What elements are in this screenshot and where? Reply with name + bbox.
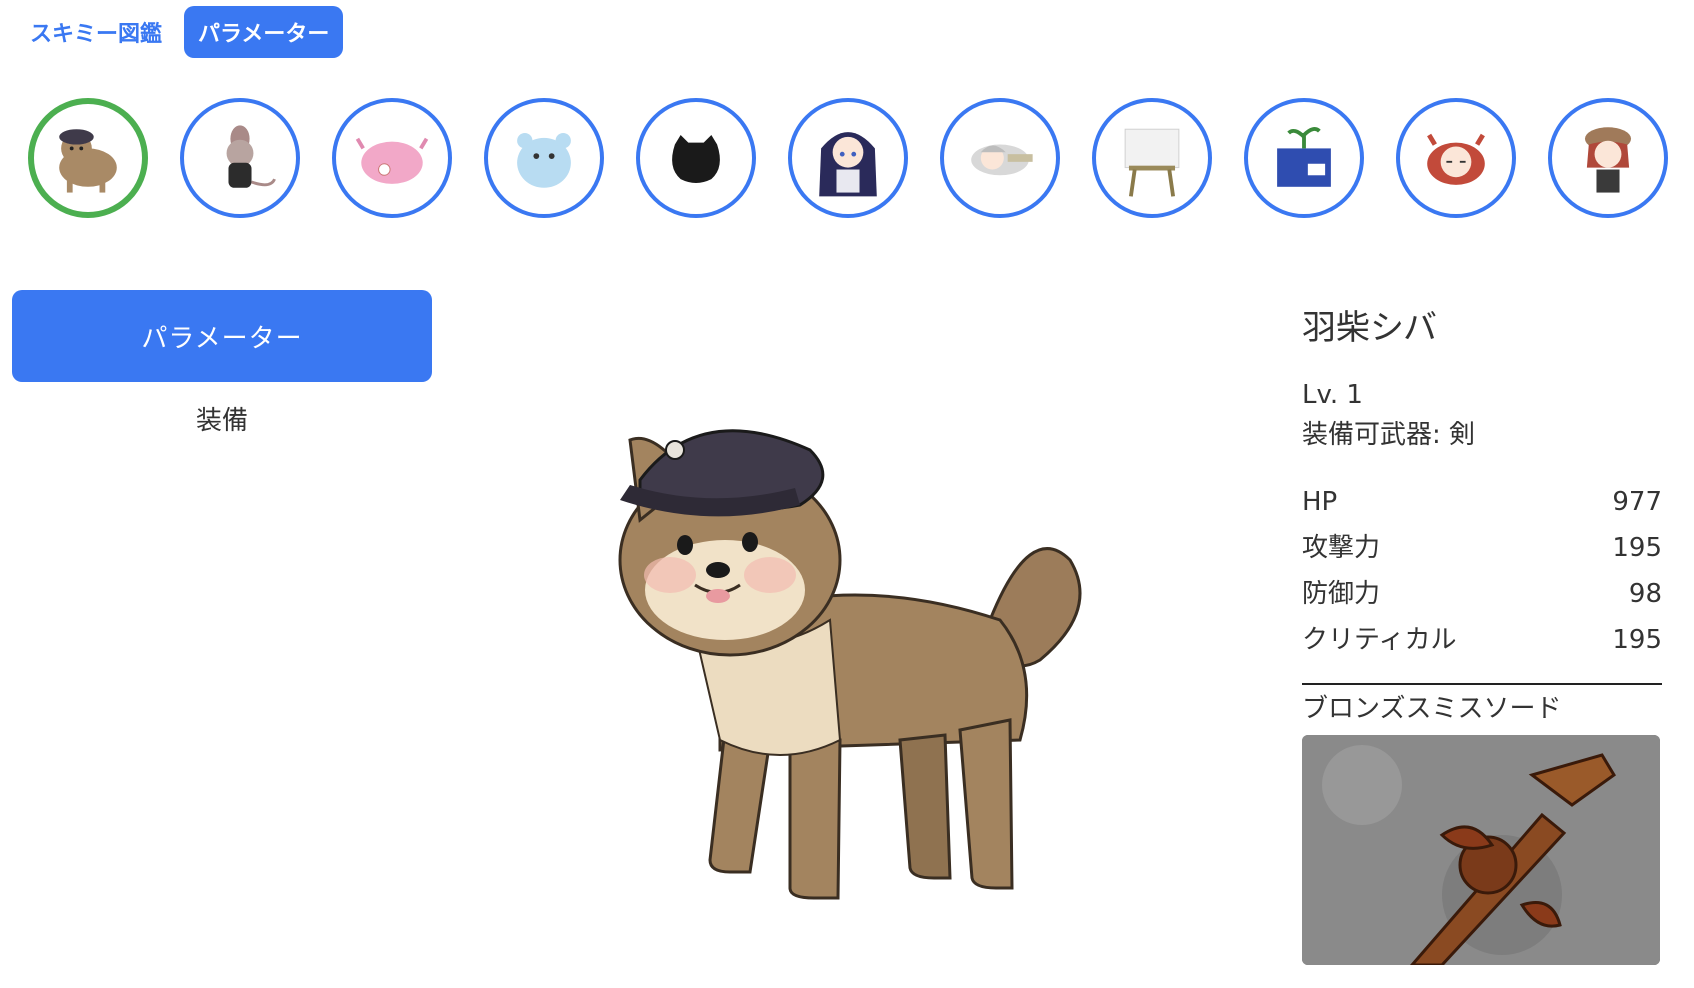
mouse-icon <box>226 125 276 188</box>
parameter-page: スキミー図鑑 パラメーター パラメーター 装備 羽柴シバ Lv. 1 装備可武器… <box>0 0 1694 988</box>
character-avatar-sleeping-girl[interactable] <box>940 98 1060 218</box>
character-detail-panel: 羽柴シバ Lv. 1 装備可武器: 剣 HP 977 攻撃力 195 防御力 9… <box>1302 300 1662 965</box>
character-avatar-red-haired-girl[interactable] <box>1396 98 1516 218</box>
ice-bear-icon <box>517 133 571 188</box>
plant-box-icon <box>1277 127 1331 187</box>
character-avatar-axolotl[interactable] <box>332 98 452 218</box>
character-level: Lv. 1 <box>1302 380 1363 410</box>
stat-label: HP <box>1302 487 1338 517</box>
character-avatar-easel[interactable] <box>1092 98 1212 218</box>
stat-row-defense: 防御力 98 <box>1302 571 1662 617</box>
sword-icon <box>1302 735 1660 965</box>
stat-label: クリティカル <box>1302 625 1457 655</box>
stat-value: 195 <box>1612 625 1662 655</box>
weapon-image <box>1302 735 1660 965</box>
stats-table: HP 977 攻撃力 195 防御力 98 クリティカル 195 <box>1302 479 1662 663</box>
tab-skimmy-encyclopedia[interactable]: スキミー図鑑 <box>16 6 176 58</box>
tab-parameter[interactable]: パラメーター <box>184 6 344 58</box>
character-avatar-dark-haired-girl[interactable] <box>788 98 908 218</box>
sleeping-girl-icon <box>971 144 1033 176</box>
stat-value: 98 <box>1628 579 1662 609</box>
stat-label: 防御力 <box>1302 579 1381 609</box>
stat-value: 977 <box>1612 487 1662 517</box>
red-haired-girl-icon <box>1427 133 1485 185</box>
shiba-dog-icon <box>59 129 117 193</box>
character-avatar-black-blob[interactable] <box>636 98 756 218</box>
weapon-name: ブロンズスミスソード <box>1302 694 1562 724</box>
character-avatar-plant-box[interactable] <box>1244 98 1364 218</box>
character-avatar-ice-bear[interactable] <box>484 98 604 218</box>
easel-icon <box>1124 128 1180 197</box>
stat-row-attack: 攻撃力 195 <box>1302 525 1662 571</box>
stat-value: 195 <box>1612 533 1662 563</box>
left-menu: パラメーター 装備 <box>12 290 432 437</box>
pink-axolotl-icon <box>355 137 429 184</box>
character-avatar-mouse[interactable] <box>180 98 300 218</box>
character-avatar-shiba[interactable] <box>28 98 148 218</box>
stat-row-hp: HP 977 <box>1302 479 1662 525</box>
top-tabs: スキミー図鑑 パラメーター <box>16 6 344 58</box>
shiba-character-illustration <box>618 429 1082 900</box>
stat-label: 攻撃力 <box>1302 533 1381 563</box>
character-weapon-type: 装備可武器: 剣 <box>1302 420 1476 450</box>
character-name: 羽柴シバ <box>1302 308 1437 348</box>
parameter-button[interactable]: パラメーター <box>12 290 432 382</box>
character-avatar-cap-girl[interactable] <box>1548 98 1668 218</box>
black-blob-icon <box>672 134 720 183</box>
equipment-link[interactable]: 装備 <box>12 400 432 437</box>
cap-girl-icon <box>1584 127 1632 193</box>
equipped-weapon: ブロンズスミスソード <box>1302 683 1662 965</box>
dark-haired-girl-icon <box>819 132 877 197</box>
character-selector <box>28 98 1668 218</box>
stat-row-critical: クリティカル 195 <box>1302 617 1662 663</box>
